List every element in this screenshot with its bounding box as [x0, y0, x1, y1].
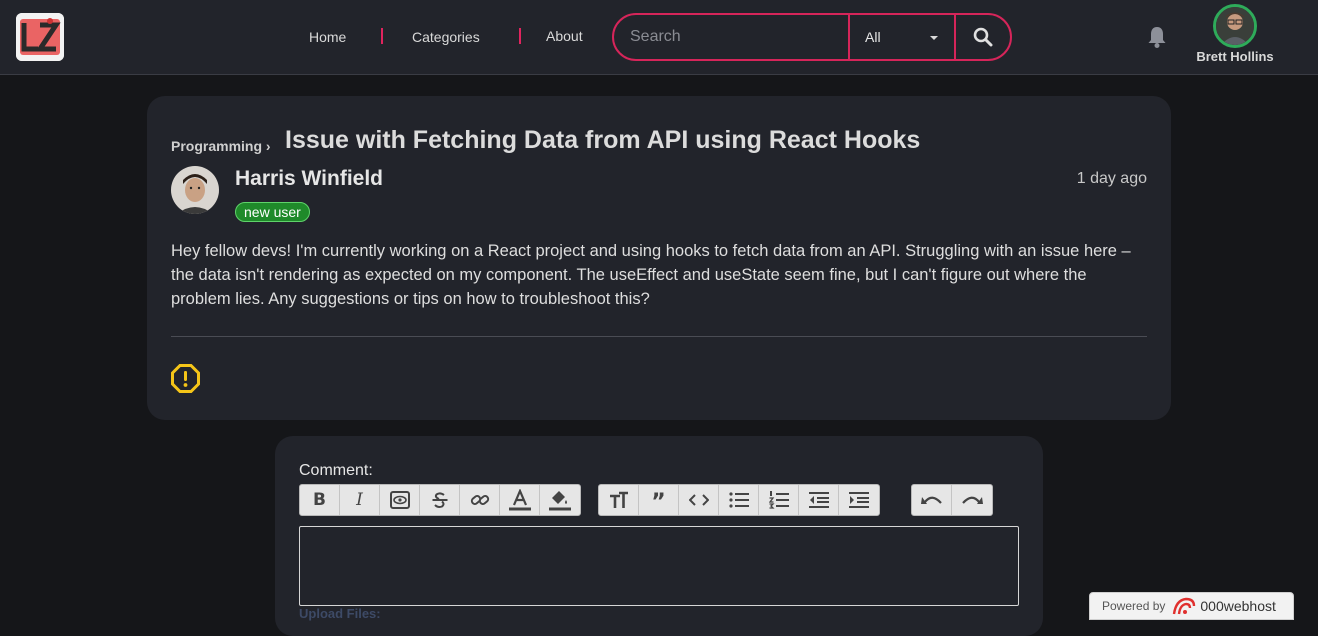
nav-home-link[interactable]: Home — [309, 29, 346, 45]
post-body: Hey fellow devs! I'm currently working o… — [171, 242, 1131, 308]
outdent-button[interactable] — [799, 485, 839, 515]
search-category-select[interactable]: All — [850, 15, 956, 59]
undo-button[interactable] — [912, 485, 952, 515]
text-color-button[interactable] — [500, 485, 540, 515]
breadcrumb-category[interactable]: Programming › — [171, 138, 271, 154]
strikethrough-button[interactable] — [420, 485, 460, 515]
notification-bell-icon[interactable] — [1146, 25, 1168, 49]
bold-button[interactable]: B — [300, 485, 340, 515]
strikethrough-icon — [432, 492, 447, 508]
redo-button[interactable] — [952, 485, 992, 515]
post-card: Programming › Issue with Fetching Data f… — [147, 96, 1171, 420]
font-size-icon — [609, 491, 628, 508]
toolbar-group-formatting: B I — [299, 484, 581, 516]
numbered-list-button[interactable] — [759, 485, 799, 515]
divider — [171, 336, 1147, 337]
nav-categories-link[interactable]: Categories — [412, 29, 480, 45]
numbered-list-icon — [768, 491, 789, 509]
search-category-value: All — [865, 29, 881, 45]
search-input[interactable] — [614, 15, 850, 59]
toolbar-group-history — [911, 484, 993, 516]
code-button[interactable] — [679, 485, 719, 515]
nav-about-link[interactable]: About — [546, 28, 583, 44]
italic-button[interactable]: I — [340, 485, 380, 515]
preview-icon — [389, 491, 410, 509]
post-title: Issue with Fetching Data from API using … — [285, 126, 921, 154]
author-name[interactable]: Harris Winfield — [235, 167, 383, 191]
comment-editor[interactable] — [299, 526, 1019, 606]
indent-icon — [849, 492, 869, 508]
link-button[interactable] — [460, 485, 500, 515]
italic-icon: I — [356, 490, 363, 510]
toolbar-group-blocks: ” — [598, 484, 880, 516]
highlight-button[interactable] — [540, 485, 580, 515]
user-role-badge: new user — [235, 202, 310, 222]
bullet-list-icon — [728, 492, 749, 508]
site-logo[interactable] — [16, 13, 64, 61]
powered-by-text: Powered by — [1102, 599, 1166, 613]
quote-button[interactable]: ” — [639, 485, 679, 515]
powered-by-brand: 000webhost — [1200, 598, 1276, 614]
comment-card: Comment: B I ” Upload Files: — [275, 436, 1043, 636]
redo-icon — [962, 496, 983, 504]
000webhost-logo-icon — [1173, 597, 1196, 615]
post-timestamp: 1 day ago — [1076, 170, 1147, 187]
comment-label: Comment: — [299, 462, 373, 479]
user-avatar[interactable] — [1213, 4, 1257, 48]
search-bar: All — [612, 13, 1012, 61]
chevron-down-icon — [930, 36, 938, 40]
preview-button[interactable] — [380, 485, 420, 515]
undo-icon — [920, 496, 942, 504]
highlight-icon — [549, 491, 571, 511]
nav-separator — [519, 28, 521, 44]
author-avatar[interactable] — [171, 166, 219, 214]
search-button[interactable] — [956, 15, 1010, 59]
user-name[interactable]: Brett Hollins — [1184, 49, 1286, 64]
upload-files-label: Upload Files: — [299, 606, 381, 621]
nav-separator — [381, 28, 383, 44]
outdent-icon — [808, 492, 829, 508]
report-warning-icon[interactable] — [171, 364, 200, 393]
quote-icon: ” — [651, 490, 666, 515]
link-icon — [470, 495, 489, 505]
search-icon — [973, 27, 993, 47]
bullet-list-button[interactable] — [719, 485, 759, 515]
bold-icon: B — [313, 490, 326, 510]
navbar: Home Categories About All Brett Hol — [0, 0, 1318, 75]
font-size-button[interactable] — [599, 485, 639, 515]
indent-button[interactable] — [839, 485, 879, 515]
powered-by-badge[interactable]: Powered by 000webhost — [1089, 592, 1294, 620]
code-icon — [688, 494, 709, 506]
text-color-icon — [508, 489, 531, 511]
